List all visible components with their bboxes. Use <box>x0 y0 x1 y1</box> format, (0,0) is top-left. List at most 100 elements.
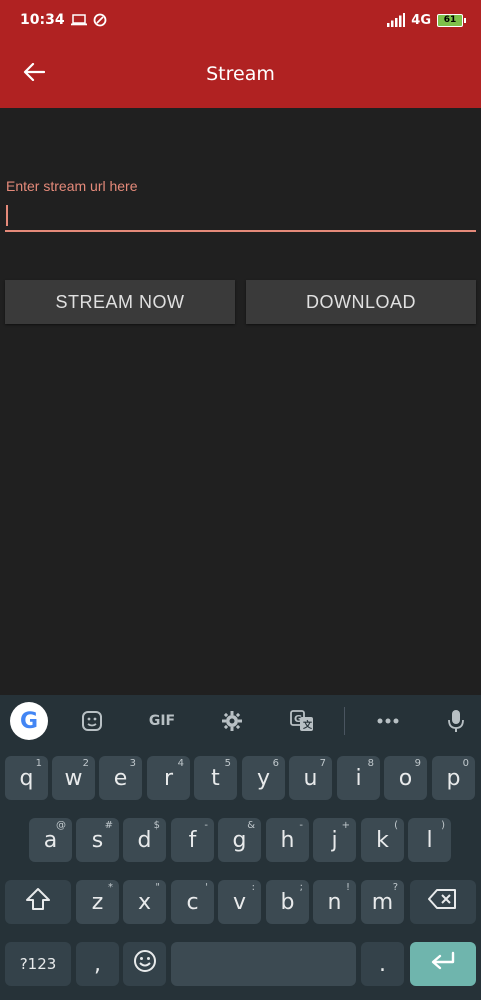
key-alt: * <box>108 882 113 893</box>
shift-key[interactable] <box>5 880 71 924</box>
gif-label: GIF <box>148 713 176 729</box>
key-label: . <box>379 951 386 977</box>
key-d[interactable]: d $ <box>123 818 166 862</box>
network-type: 4G <box>411 12 431 28</box>
key-alt: ' <box>205 882 208 893</box>
key-alt: $ <box>153 820 160 831</box>
key-l[interactable]: l) <box>408 818 451 862</box>
key-label: c <box>186 889 199 915</box>
stream-now-button[interactable]: STREAM NOW <box>5 280 235 324</box>
key-label: t <box>211 765 220 791</box>
key-c[interactable]: c ' <box>171 880 214 924</box>
gear-icon[interactable] <box>216 705 248 737</box>
emoji-icon <box>133 949 157 979</box>
key-label: q <box>19 765 34 791</box>
key-b[interactable]: b; <box>266 880 309 924</box>
key-m[interactable]: m? <box>361 880 404 924</box>
key-alt: ! <box>345 882 350 893</box>
key-label: h <box>280 827 295 853</box>
key-label: a <box>43 827 58 853</box>
key-i[interactable]: i8 <box>337 756 380 800</box>
key-e[interactable]: e3 <box>99 756 142 800</box>
key-h[interactable]: h- <box>266 818 309 862</box>
status-time: 10:34 <box>20 12 65 28</box>
text-cursor <box>6 205 8 226</box>
key-f[interactable]: f- <box>171 818 214 862</box>
key-label: j <box>331 827 338 853</box>
space-key[interactable] <box>171 942 356 986</box>
key-o[interactable]: o9 <box>384 756 427 800</box>
more-icon[interactable] <box>372 705 404 737</box>
key-label: p <box>446 765 461 791</box>
comma-key[interactable]: , <box>76 942 119 986</box>
key-label: f <box>188 827 197 853</box>
key-alt: 8 <box>367 758 374 769</box>
svg-text:文: 文 <box>302 719 313 731</box>
data-saver-icon <box>93 13 107 27</box>
key-v[interactable]: v: <box>218 880 261 924</box>
key-label: n <box>327 889 342 915</box>
key-label: u <box>303 765 318 791</box>
period-key[interactable]: . <box>361 942 404 986</box>
sticker-icon[interactable] <box>76 705 108 737</box>
back-button[interactable] <box>18 58 50 90</box>
key-alt: 7 <box>319 758 326 769</box>
battery-icon: 61 <box>437 13 466 27</box>
key-label: b <box>280 889 295 915</box>
key-label: r <box>163 765 174 791</box>
page-title: Stream <box>206 63 275 85</box>
gif-button[interactable]: GIF <box>143 705 181 737</box>
arrow-back-icon <box>23 62 46 85</box>
key-alt: - <box>204 820 208 831</box>
download-button[interactable]: DOWNLOAD <box>246 280 476 324</box>
translate-icon[interactable]: G文 <box>286 705 318 737</box>
backspace-key[interactable] <box>410 880 476 924</box>
symbols-key[interactable]: ?123 <box>5 942 71 986</box>
key-w[interactable]: w2 <box>52 756 95 800</box>
key-alt: 4 <box>177 758 184 769</box>
key-x[interactable]: x " <box>123 880 166 924</box>
key-label: s <box>91 827 104 853</box>
key-k[interactable]: k( <box>361 818 404 862</box>
key-r[interactable]: r4 <box>147 756 190 800</box>
key-t[interactable]: t5 <box>194 756 237 800</box>
google-logo-text: G <box>19 708 39 734</box>
emoji-key[interactable] <box>123 942 166 986</box>
key-j[interactable]: j + <box>313 818 356 862</box>
key-a[interactable]: a @ <box>29 818 72 862</box>
key-alt: @ <box>56 820 66 831</box>
key-label: d <box>137 827 152 853</box>
key-label: , <box>94 951 101 977</box>
key-g[interactable]: g & <box>218 818 261 862</box>
mic-icon[interactable] <box>440 705 472 737</box>
key-alt: 2 <box>82 758 89 769</box>
key-alt: + <box>341 820 350 831</box>
key-u[interactable]: u7 <box>289 756 332 800</box>
key-label: g <box>232 827 247 853</box>
key-alt: 5 <box>224 758 231 769</box>
key-y[interactable]: y6 <box>242 756 285 800</box>
key-alt: ) <box>441 820 445 831</box>
stream-url-input[interactable] <box>5 198 476 232</box>
key-p[interactable]: p0 <box>432 756 475 800</box>
laptop-icon <box>70 14 87 26</box>
key-alt: ( <box>394 820 398 831</box>
key-alt: 9 <box>414 758 421 769</box>
key-label: x <box>137 889 152 915</box>
backspace-icon <box>428 888 458 916</box>
key-q[interactable]: q1 <box>5 756 48 800</box>
signal-icon <box>387 13 406 27</box>
key-s[interactable]: s # <box>76 818 119 862</box>
toolbar-divider <box>344 707 345 735</box>
enter-key[interactable] <box>410 942 476 986</box>
key-label: k <box>376 827 389 853</box>
soft-keyboard: G GIF G文 q1 w2 e3 r4 t5 y6 u7 i8 o9 p 0 … <box>0 695 481 1000</box>
key-label: e <box>113 765 128 791</box>
key-alt: & <box>247 820 255 831</box>
key-alt: 1 <box>35 758 42 769</box>
key-label: y <box>256 765 271 791</box>
google-icon[interactable]: G <box>10 702 48 740</box>
key-z[interactable]: z * <box>76 880 119 924</box>
key-n[interactable]: n! <box>313 880 356 924</box>
enter-icon <box>430 951 456 977</box>
